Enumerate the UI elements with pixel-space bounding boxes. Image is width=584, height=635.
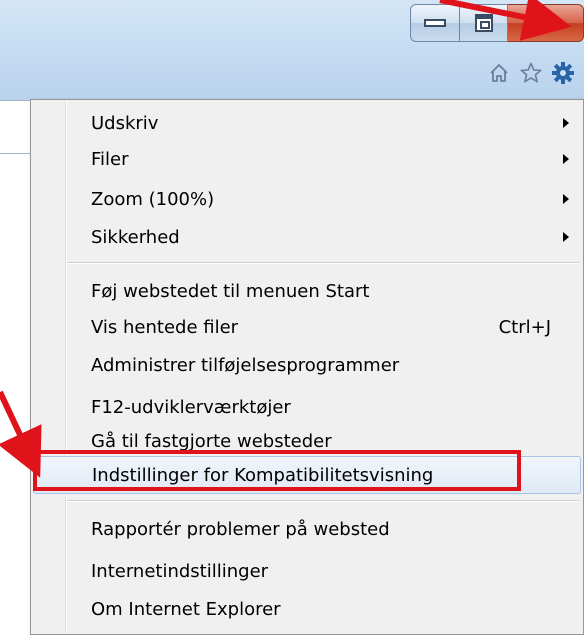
menu-item-pinned-sites[interactable]: Gå til fastgjorte websteder: [33, 422, 581, 460]
menu-item-add-to-start[interactable]: Føj webstedet til menuen Start: [33, 272, 581, 310]
annotation-arrow-menu-item: [0, 390, 42, 478]
browser-toolbar: [486, 60, 576, 86]
menu-item-file[interactable]: Filer: [33, 140, 581, 178]
close-icon: ✕: [536, 10, 555, 35]
restore-button[interactable]: [460, 4, 508, 42]
menu-item-shortcut: Ctrl+J: [498, 316, 551, 338]
tools-menu: Udskriv Filer Zoom (100%) Sikkerhed Føj …: [30, 99, 584, 635]
menu-item-label: Sikkerhed: [91, 226, 180, 248]
submenu-arrow-icon: [563, 232, 569, 242]
menu-item-label: Administrer tilføjelsesprogrammer: [91, 354, 400, 376]
minimize-button[interactable]: [410, 4, 460, 42]
menu-item-internet-options[interactable]: Internetindstillinger: [33, 552, 581, 590]
close-button[interactable]: ✕: [508, 4, 584, 42]
menu-item-label: Indstillinger for Kompatibilitetsvisning: [92, 464, 434, 486]
window-caption-buttons: ✕: [410, 4, 584, 44]
minimize-icon: [424, 19, 446, 27]
menu-separator: [67, 262, 579, 264]
menu-item-label: Om Internet Explorer: [91, 598, 281, 620]
menu-item-safety[interactable]: Sikkerhed: [33, 218, 581, 256]
menu-item-view-downloads[interactable]: Vis hentede filer Ctrl+J: [33, 308, 581, 346]
menu-item-label: Udskriv: [91, 112, 159, 134]
menu-item-label: Internetindstillinger: [91, 560, 269, 582]
menu-item-label: Zoom (100%): [91, 188, 215, 210]
menu-item-label: Vis hentede filer: [91, 316, 239, 338]
menu-item-f12-tools[interactable]: F12-udviklerværktøjer: [33, 388, 581, 426]
restore-icon: [474, 14, 493, 32]
favorites-star-icon[interactable]: [518, 60, 544, 86]
menu-item-compatibility-view-settings[interactable]: Indstillinger for Kompatibilitetsvisning: [33, 456, 581, 494]
menu-item-label: Gå til fastgjorte websteder: [91, 430, 332, 452]
menu-item-label: Føj webstedet til menuen Start: [91, 280, 370, 302]
submenu-arrow-icon: [563, 194, 569, 204]
submenu-arrow-icon: [563, 118, 569, 128]
menu-item-label: F12-udviklerværktøjer: [91, 396, 291, 418]
home-icon[interactable]: [486, 60, 512, 86]
tools-gear-icon[interactable]: [550, 60, 576, 86]
submenu-arrow-icon: [563, 154, 569, 164]
menu-item-label: Rapportér problemer på websted: [91, 518, 390, 540]
browser-title-bar: ✕: [0, 0, 584, 100]
menu-item-about-ie[interactable]: Om Internet Explorer: [33, 590, 581, 628]
menu-separator: [67, 500, 579, 502]
menu-item-print[interactable]: Udskriv: [33, 104, 581, 142]
menu-item-label: Filer: [91, 148, 129, 170]
menu-item-manage-addons[interactable]: Administrer tilføjelsesprogrammer: [33, 346, 581, 384]
menu-item-report-problems[interactable]: Rapportér problemer på websted: [33, 510, 581, 548]
menu-item-zoom[interactable]: Zoom (100%): [33, 180, 581, 218]
